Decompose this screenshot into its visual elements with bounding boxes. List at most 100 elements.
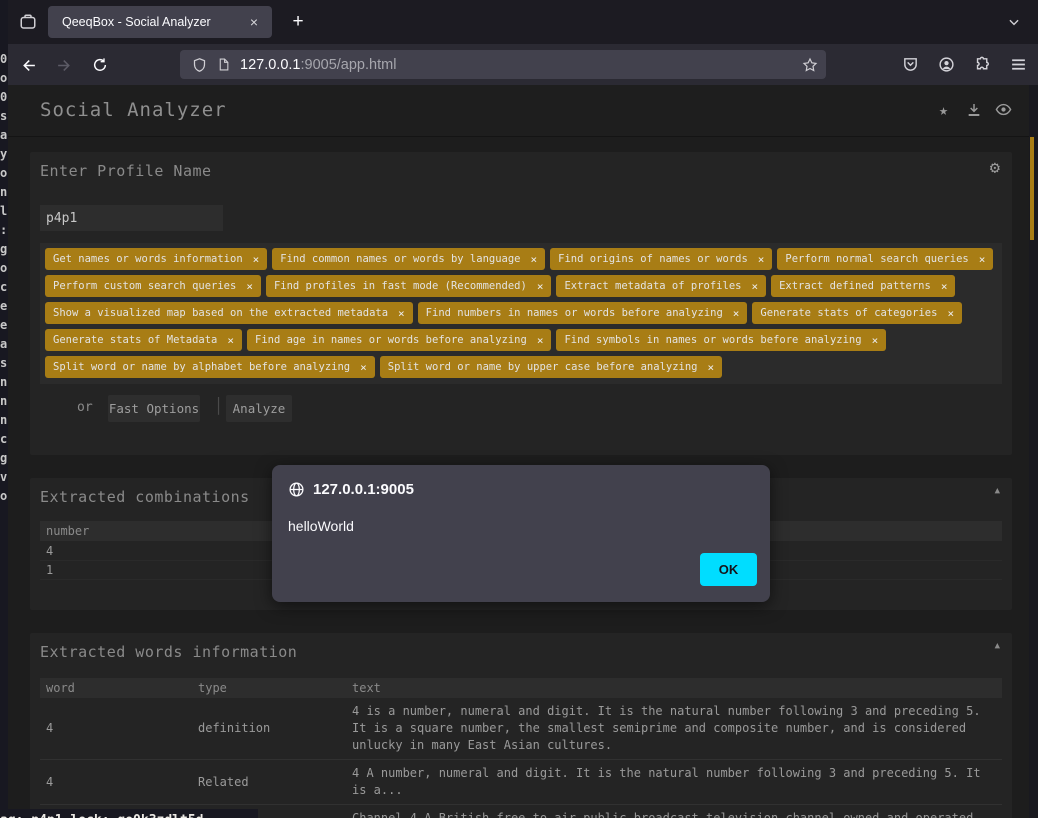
star-icon[interactable]: ★: [935, 101, 952, 118]
tag-label: Generate stats of categories: [760, 307, 937, 319]
tag-close-icon[interactable]: ×: [947, 307, 954, 320]
reload-button[interactable]: [87, 52, 113, 78]
url-text: 127.0.0.1:9005/app.html: [240, 57, 802, 73]
tag-close-icon[interactable]: ×: [531, 253, 538, 266]
tab-title: QeeqBox - Social Analyzer: [62, 15, 246, 29]
page-viewport: Social Analyzer ★ Enter Profile Name ⚙: [8, 85, 1038, 818]
tag-close-icon[interactable]: ×: [360, 361, 367, 374]
tag-label: Extract defined patterns: [779, 280, 931, 292]
extensions-puzzle-icon[interactable]: [970, 52, 994, 76]
url-host: 127.0.0.1: [240, 57, 300, 73]
profile-card: Enter Profile Name ⚙ Get names or words …: [30, 152, 1012, 455]
table-row[interactable]: 4 Related 4 A number, numeral and digit.…: [40, 760, 1002, 805]
menu-hamburger-icon[interactable]: [1006, 52, 1030, 76]
alert-dialog-header: 127.0.0.1:9005: [288, 481, 414, 498]
tag-chip[interactable]: Show a visualized map based on the extra…: [45, 302, 413, 324]
app-header: Social Analyzer ★: [8, 85, 1038, 137]
combination-value: 4: [40, 544, 198, 558]
tag-close-icon[interactable]: ×: [398, 307, 405, 320]
eye-icon[interactable]: [995, 101, 1012, 118]
column-text: text: [352, 681, 1002, 695]
background-terminal-left-sliver: 0 o 0 s a y o n l : g o c e e a s n n n …: [0, 0, 8, 818]
back-button[interactable]: [15, 52, 41, 78]
tag-chip[interactable]: Find profiles in fast mode (Recommended)…: [266, 275, 552, 297]
tag-label: Get names or words information: [53, 253, 243, 265]
firefox-window: QeeqBox - Social Analyzer × +: [8, 0, 1038, 818]
alert-message: helloWorld: [288, 518, 354, 534]
tag-close-icon[interactable]: ×: [253, 253, 260, 266]
analyze-button[interactable]: Analyze: [226, 395, 292, 422]
tag-chip[interactable]: Split word or name by alphabet before an…: [45, 356, 375, 378]
tag-close-icon[interactable]: ×: [227, 334, 234, 347]
forward-button[interactable]: [51, 52, 77, 78]
tag-close-icon[interactable]: ×: [537, 334, 544, 347]
action-row: or Fast Options │ Analyze: [30, 394, 1012, 422]
gear-icon[interactable]: ⚙: [990, 158, 1000, 178]
tag-close-icon[interactable]: ×: [758, 253, 765, 266]
ok-button[interactable]: OK: [700, 553, 757, 586]
background-terminal-bottom-sliver: ag: p4p1 lock: qo0k3zdlt5d: [0, 809, 258, 818]
tag-chip[interactable]: Get names or words information ×: [45, 248, 267, 270]
tag-chip[interactable]: Find symbols in names or words before an…: [556, 329, 886, 351]
cell-type: definition: [198, 720, 352, 737]
tag-chip[interactable]: Split word or name by upper case before …: [380, 356, 722, 378]
tag-chip[interactable]: Perform custom search queries ×: [45, 275, 261, 297]
shield-icon[interactable]: [192, 57, 207, 73]
url-bar[interactable]: 127.0.0.1:9005/app.html: [180, 50, 826, 79]
tag-close-icon[interactable]: ×: [751, 280, 758, 293]
profile-name-input[interactable]: [40, 205, 223, 231]
combination-value: 1: [40, 563, 198, 577]
tag-label: Find origins of names or words: [558, 253, 748, 265]
terminal-left-text: 0 o 0 s a y o n l : g o c e e a s n n n …: [0, 0, 8, 506]
tag-close-icon[interactable]: ×: [537, 280, 544, 293]
account-icon[interactable]: [934, 52, 958, 76]
column-word: word: [40, 681, 198, 695]
tag-label: Show a visualized map based on the extra…: [53, 307, 388, 319]
firefox-view-icon[interactable]: [16, 10, 40, 34]
tab-close-icon[interactable]: ×: [246, 14, 262, 30]
options-tag-box: Get names or words information × Find com…: [40, 243, 1002, 384]
bookmark-star-icon[interactable]: [802, 57, 818, 73]
column-number: number: [40, 524, 198, 538]
tag-chip[interactable]: Extract metadata of profiles×: [556, 275, 766, 297]
tag-chip[interactable]: Generate stats of categories ×: [752, 302, 962, 324]
collapse-caret-icon[interactable]: ▲: [995, 641, 1000, 651]
tag-close-icon[interactable]: ×: [872, 334, 879, 347]
or-label: or: [77, 400, 93, 415]
tag-chip[interactable]: Find age in names or words before analyz…: [247, 329, 551, 351]
cell-type: Related: [198, 774, 352, 791]
tag-close-icon[interactable]: ×: [733, 307, 740, 320]
tag-chip[interactable]: Find numbers in names or words before an…: [418, 302, 748, 324]
alert-dialog: 127.0.0.1:9005 helloWorld OK: [272, 465, 770, 602]
tag-close-icon[interactable]: ×: [941, 280, 948, 293]
tag-label: Perform custom search queries: [53, 280, 236, 292]
tag-chip[interactable]: Generate stats of Metadata×: [45, 329, 242, 351]
tag-chip[interactable]: Extract defined patterns ×: [771, 275, 955, 297]
tag-close-icon[interactable]: ×: [708, 361, 715, 374]
page-scrollbar[interactable]: [1029, 85, 1038, 818]
combinations-title: Extracted combinations: [40, 488, 250, 506]
download-icon[interactable]: [965, 101, 982, 118]
cell-word: 4: [40, 720, 198, 737]
scrollbar-thumb[interactable]: [1030, 137, 1034, 240]
collapse-caret-icon[interactable]: ▲: [995, 486, 1000, 496]
page-info-icon[interactable]: [217, 57, 230, 72]
new-tab-button[interactable]: +: [284, 8, 312, 36]
tag-chip[interactable]: Find origins of names or words ×: [550, 248, 772, 270]
alert-origin: 127.0.0.1:9005: [313, 481, 414, 498]
cell-text: 4 A number, numeral and digit. It is the…: [352, 765, 1002, 799]
table-row[interactable]: 4 definition 4 is a number, numeral and …: [40, 698, 1002, 760]
tag-chip[interactable]: Find common names or words by language ×: [272, 248, 545, 270]
pocket-icon[interactable]: [898, 52, 922, 76]
words-table: 4 definition 4 is a number, numeral and …: [40, 698, 1002, 818]
fast-options-button[interactable]: Fast Options: [108, 395, 200, 422]
tab-list-chevron-icon[interactable]: [1002, 10, 1026, 34]
tag-close-icon[interactable]: ×: [979, 253, 986, 266]
tag-close-icon[interactable]: ×: [246, 280, 253, 293]
tag-label: Find common names or words by language: [280, 253, 520, 265]
browser-tab[interactable]: QeeqBox - Social Analyzer ×: [48, 6, 272, 38]
cell-text: 4 is a number, numeral and digit. It is …: [352, 703, 1002, 754]
tag-label: Find profiles in fast mode (Recommended): [274, 280, 527, 292]
app-header-icons: ★: [935, 101, 1012, 118]
tag-chip[interactable]: Perform normal search queries×: [777, 248, 993, 270]
